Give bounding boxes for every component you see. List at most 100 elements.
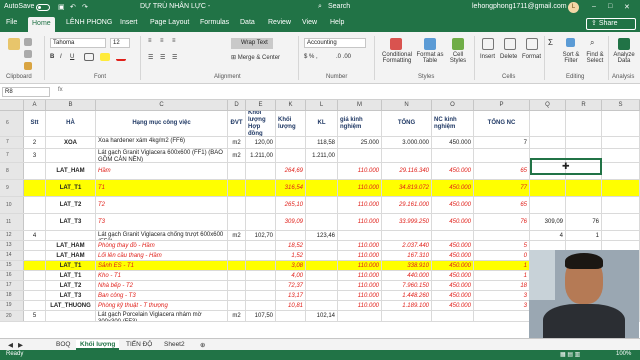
- cell-n[interactable]: 167.310: [382, 251, 432, 260]
- cell-p[interactable]: 1: [474, 261, 530, 270]
- analyze-data-button[interactable]: Analyze Data: [610, 52, 638, 64]
- column-header[interactable]: Q: [530, 100, 566, 111]
- row-header[interactable]: 8: [0, 163, 24, 179]
- cell-b[interactable]: LAT_T1: [46, 261, 96, 270]
- cell-l[interactable]: [306, 291, 338, 300]
- cell-d[interactable]: [228, 281, 246, 290]
- cell-o[interactable]: 450.000: [432, 301, 474, 310]
- cell-m[interactable]: 110.000: [338, 271, 382, 280]
- cell-a[interactable]: [24, 271, 46, 280]
- format-as-table-icon[interactable]: [424, 38, 436, 50]
- cell-d[interactable]: [228, 214, 246, 230]
- cell-n[interactable]: 338.910: [382, 261, 432, 270]
- search-box[interactable]: Search: [328, 3, 350, 10]
- cell-a[interactable]: [24, 163, 46, 179]
- cell-a[interactable]: 5: [24, 311, 46, 321]
- close-icon[interactable]: ✕: [624, 3, 630, 11]
- cell-p[interactable]: 0: [474, 251, 530, 260]
- cell-s[interactable]: [602, 231, 640, 240]
- cell-a[interactable]: [24, 251, 46, 260]
- cell-o[interactable]: 450.000: [432, 180, 474, 196]
- cell-d[interactable]: [228, 163, 246, 179]
- cell-m[interactable]: 110.000: [338, 214, 382, 230]
- cell-k[interactable]: 72,37: [276, 281, 306, 290]
- cell-b[interactable]: LAT_T1: [46, 271, 96, 280]
- cell-k[interactable]: 309,09: [276, 214, 306, 230]
- row-header[interactable]: 9: [0, 180, 24, 196]
- cell-k[interactable]: 13,17: [276, 291, 306, 300]
- cell-s[interactable]: [602, 241, 640, 250]
- paste-icon[interactable]: [8, 38, 20, 50]
- cell-o[interactable]: 450.000: [432, 291, 474, 300]
- cell-s[interactable]: [602, 163, 640, 179]
- row-header[interactable]: 18: [0, 291, 24, 300]
- row-header[interactable]: 6: [0, 111, 24, 136]
- cell-n[interactable]: [382, 149, 432, 162]
- cell-r[interactable]: [566, 241, 602, 250]
- save-icon[interactable]: ▣: [58, 3, 65, 11]
- delete-cells-icon[interactable]: [504, 38, 516, 50]
- column-header[interactable]: B: [46, 100, 96, 111]
- cell-q[interactable]: 4: [530, 231, 566, 240]
- cell-b[interactable]: [46, 311, 96, 321]
- cell-n[interactable]: 33.999.250: [382, 214, 432, 230]
- cell-q[interactable]: [530, 111, 566, 136]
- column-header[interactable]: A: [24, 100, 46, 111]
- cell-c[interactable]: Lát gạch Granit Viglacera chống trượt 60…: [96, 231, 228, 240]
- add-sheet-icon[interactable]: ⊕: [196, 340, 209, 350]
- cell-r[interactable]: [566, 111, 602, 136]
- cell-b[interactable]: LAT_THUONG: [46, 301, 96, 310]
- cell-n[interactable]: 2.037.440: [382, 241, 432, 250]
- find-select-button[interactable]: Find & Select: [584, 52, 606, 64]
- cell-n[interactable]: TỔNG: [382, 111, 432, 136]
- merge-center-button[interactable]: ⊞ Merge & Center: [231, 54, 280, 61]
- zoom-level[interactable]: 100%: [616, 351, 631, 357]
- align-top-icon[interactable]: ≡: [148, 38, 152, 44]
- autosave-toggle[interactable]: [36, 4, 50, 11]
- font-name-select[interactable]: Tahoma: [50, 38, 106, 48]
- tab-file[interactable]: File: [6, 19, 17, 26]
- cell-styles-button[interactable]: Cell Styles: [446, 52, 470, 64]
- cell-e[interactable]: 107,50: [246, 311, 276, 321]
- cell-e[interactable]: [246, 271, 276, 280]
- cell-a[interactable]: [24, 214, 46, 230]
- cell-b[interactable]: LAT_HAM: [46, 251, 96, 260]
- column-header[interactable]: P: [474, 100, 530, 111]
- cell-c[interactable]: Kho - T1: [96, 271, 228, 280]
- cell-e[interactable]: [246, 241, 276, 250]
- cell-p[interactable]: 3: [474, 301, 530, 310]
- cell-a[interactable]: 2: [24, 137, 46, 148]
- sort-filter-icon[interactable]: [566, 38, 575, 47]
- cell-o[interactable]: [432, 231, 474, 240]
- cell-a[interactable]: [24, 180, 46, 196]
- cell-l[interactable]: [306, 271, 338, 280]
- cell-s[interactable]: [602, 214, 640, 230]
- cell-n[interactable]: 1.189.100: [382, 301, 432, 310]
- cell-m[interactable]: 110.000: [338, 261, 382, 270]
- cell-d[interactable]: m2: [228, 137, 246, 148]
- column-header[interactable]: O: [432, 100, 474, 111]
- cell-r[interactable]: 76: [566, 214, 602, 230]
- cell-e[interactable]: Khối lượng Hợp đồng: [246, 111, 276, 136]
- select-all-corner[interactable]: [0, 100, 24, 111]
- cell-q[interactable]: [530, 241, 566, 250]
- cell-c[interactable]: Lát gạch Granit Viglacera 600x600 (FF1) …: [96, 149, 228, 162]
- account-avatar[interactable]: L: [568, 2, 579, 13]
- column-header[interactable]: N: [382, 100, 432, 111]
- conditional-formatting-button[interactable]: Conditional Formatting: [380, 52, 414, 64]
- cell-s[interactable]: [602, 180, 640, 196]
- cell-a[interactable]: 3: [24, 149, 46, 162]
- cell-b[interactable]: HÀ: [46, 111, 96, 136]
- cell-e[interactable]: [246, 251, 276, 260]
- cell-c[interactable]: Lát gạch Porcelain Viglacera nhám mờ 300…: [96, 311, 228, 321]
- cell-p[interactable]: [474, 311, 530, 321]
- cell-o[interactable]: 450.000: [432, 197, 474, 213]
- underline-button[interactable]: U: [70, 54, 74, 60]
- cell-o[interactable]: 450.000: [432, 251, 474, 260]
- delete-cells-button[interactable]: Delete: [500, 54, 517, 60]
- fx-icon[interactable]: fx: [58, 87, 63, 93]
- cell-l[interactable]: KL: [306, 111, 338, 136]
- cell-q[interactable]: [530, 137, 566, 148]
- cell-c[interactable]: Hạng mục công việc: [96, 111, 228, 136]
- column-header[interactable]: K: [276, 100, 306, 111]
